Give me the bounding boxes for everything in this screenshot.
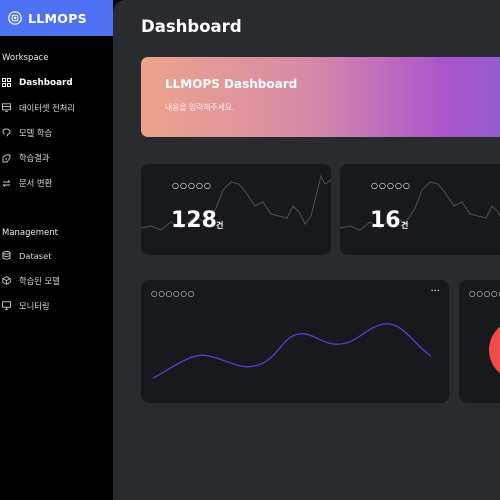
sidebar-item-label: Dashboard <box>19 77 73 88</box>
more-options-button[interactable]: ··· <box>430 286 440 297</box>
chart-line <box>152 323 432 379</box>
line-chart-card: ○○○○○○ ··· <box>141 280 449 403</box>
sidebar-item-dashboard[interactable]: Dashboard <box>0 70 113 95</box>
brand-name: LLMOPS <box>28 10 87 26</box>
sidebar-item-label: 모델 학습 <box>19 127 53 138</box>
chart-label: ○○○○○○ <box>469 289 500 298</box>
stat-unit: 건 <box>401 221 409 230</box>
page-title: Dashboard <box>141 17 242 36</box>
sidebar: LLMOPS Workspace Dashboard 데이터셋 전처리 모델 학… <box>0 0 113 500</box>
chip-icon <box>8 11 22 25</box>
chart-label: ○○○○○○ <box>151 289 196 298</box>
line-chart <box>152 323 432 379</box>
brain-icon <box>1 128 11 138</box>
sidebar-item-label: 학습된 모델 <box>19 275 60 286</box>
workspace-nav: Dashboard 데이터셋 전처리 모델 학습 학습결과 문서 변환 <box>0 70 113 196</box>
sidebar-item-dataset-preprocessing[interactable]: 데이터셋 전처리 <box>0 95 113 120</box>
sidebar-item-label: 데이터셋 전처리 <box>19 102 76 113</box>
stat-card: ○○○○○ 16 건 <box>340 164 500 255</box>
convert-icon <box>1 178 11 188</box>
sidebar-item-training-results[interactable]: 학습결과 <box>0 146 113 171</box>
chart-card: ○○○○○○ <box>459 280 500 403</box>
sidebar-item-label: 모니터링 <box>19 300 50 311</box>
monitor-icon <box>1 301 11 311</box>
main-content: Dashboard LLMOPS Dashboard 내용을 입력해주세요. ○… <box>113 0 500 500</box>
management-section-title: Management <box>2 228 58 238</box>
stat-label: ○○○○○ <box>172 181 212 190</box>
result-icon <box>1 153 11 163</box>
grid-icon <box>1 78 11 88</box>
dataset-icon <box>1 103 11 113</box>
banner-subtitle: 내용을 입력해주세요. <box>165 103 235 112</box>
sidebar-item-label: 학습결과 <box>19 153 50 164</box>
management-nav: Dataset 학습된 모델 모니터링 <box>0 243 113 319</box>
red-circle-chart <box>489 320 500 380</box>
stat-value: 128 <box>171 208 217 233</box>
sidebar-item-dataset[interactable]: Dataset <box>0 243 113 268</box>
workspace-section-title: Workspace <box>2 53 49 63</box>
sidebar-item-label: 문서 변환 <box>19 178 53 189</box>
stat-unit: 건 <box>216 221 224 230</box>
stat-value: 16 <box>370 208 401 233</box>
stat-card: ○○○○○ 128 건 <box>141 164 331 255</box>
sidebar-item-label: Dataset <box>19 250 52 261</box>
stat-label: ○○○○○ <box>371 181 411 190</box>
sidebar-item-document-conversion[interactable]: 문서 변환 <box>0 171 113 196</box>
sidebar-item-monitoring[interactable]: 모니터링 <box>0 293 113 318</box>
brand-header[interactable]: LLMOPS <box>0 0 113 36</box>
banner-title: LLMOPS Dashboard <box>165 77 298 91</box>
dashboard-banner: LLMOPS Dashboard 내용을 입력해주세요. <box>141 57 500 137</box>
database-icon <box>1 251 11 261</box>
sidebar-item-trained-models[interactable]: 학습된 모델 <box>0 268 113 293</box>
sparkline <box>340 181 500 231</box>
sidebar-item-model-training[interactable]: 모델 학습 <box>0 120 113 145</box>
cube-icon <box>1 276 11 286</box>
sparkline <box>141 174 331 231</box>
